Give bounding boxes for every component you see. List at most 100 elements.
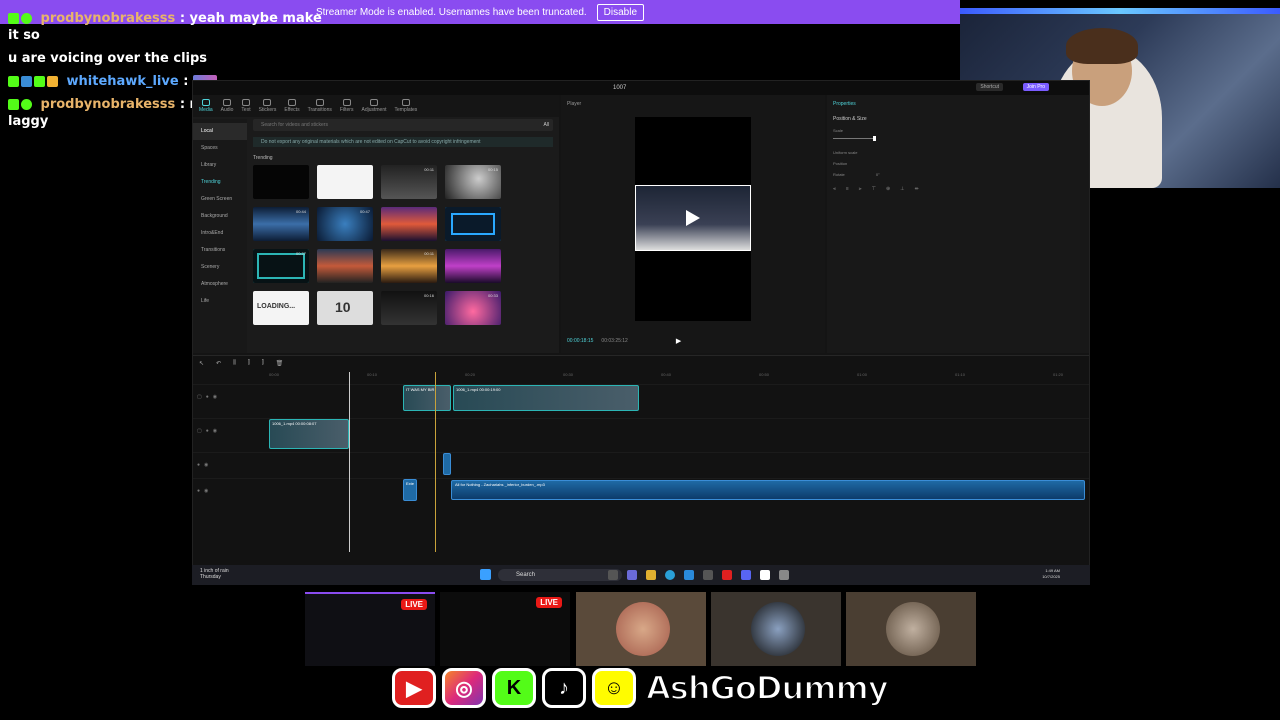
marker-line[interactable] [435, 372, 436, 552]
chat-username[interactable]: prodbynobrakesss [41, 11, 176, 26]
stream-overlay: Streamer Mode is enabled. Usernames have… [0, 0, 1280, 720]
media-thumb[interactable]: 00:37 [253, 249, 309, 283]
tab-text[interactable]: Text [241, 99, 251, 113]
preview-clip[interactable] [635, 185, 751, 251]
media-thumb[interactable]: 00:11 [381, 165, 437, 199]
app-icon[interactable] [779, 570, 789, 580]
task-view-icon[interactable] [608, 570, 618, 580]
position-size-title: Position & Size [833, 116, 867, 122]
file-explorer-icon[interactable] [646, 570, 656, 580]
audio-clip[interactable]: All for Nothing - Zachariahs _inferior_b… [451, 480, 1085, 500]
track-controls[interactable]: ●◉ [197, 462, 212, 468]
media-thumb[interactable]: 00:11 [381, 249, 437, 283]
clip-thumb[interactable] [846, 592, 976, 666]
media-thumb[interactable] [445, 207, 501, 241]
join-pro-button[interactable]: Join Pro [1022, 83, 1049, 91]
timeline-clip[interactable]: 1006_1.mp4 00:00:19:00 [453, 385, 639, 411]
select-tool-icon[interactable]: ↖ [199, 360, 204, 367]
sidebar-item-spaces[interactable]: Spaces [193, 140, 247, 157]
rotate-input[interactable]: 0° [876, 172, 880, 177]
chat-username[interactable]: whitehawk_live [67, 74, 179, 89]
tab-media[interactable]: Media [199, 99, 213, 113]
sidebar-item-local[interactable]: Local [193, 123, 247, 140]
undo-icon[interactable]: ↶ [216, 360, 221, 367]
playhead[interactable] [349, 372, 350, 552]
clip-thumb[interactable] [711, 592, 841, 666]
media-thumb[interactable]: 10 [317, 291, 373, 325]
play-button[interactable]: ▶ [676, 337, 681, 345]
sidebar-item-library[interactable]: Library [193, 157, 247, 174]
scale-slider[interactable] [833, 136, 876, 141]
media-thumb[interactable]: 00:33 [445, 291, 501, 325]
timeline-clip[interactable]: 1006_1.mp4 00:00:08:07 [269, 419, 349, 449]
timeline-clip[interactable]: IT WAS MY BIR [403, 385, 451, 411]
chat-app-icon[interactable] [627, 570, 637, 580]
filter-dropdown[interactable]: All [543, 122, 549, 128]
sidebar-item-trending[interactable]: Trending [193, 174, 247, 191]
discord-icon[interactable] [741, 570, 751, 580]
sidebar-item-transitions[interactable]: Transitions [193, 242, 247, 259]
clip-thumb[interactable] [576, 592, 706, 666]
weather-widget[interactable]: 1 inch of rain Thursday [200, 568, 229, 580]
chat-username[interactable]: prodbynobrakesss [41, 97, 176, 112]
media-thumb[interactable] [253, 165, 309, 199]
timeline-clip[interactable]: Exte [403, 479, 417, 501]
youtube-icon: ▶ [392, 668, 436, 708]
media-thumb[interactable] [445, 249, 501, 283]
media-thumb[interactable]: 00:16 [381, 291, 437, 325]
edge-icon[interactable] [665, 570, 675, 580]
distribute-icon[interactable]: ⇹ [915, 186, 919, 192]
tab-audio[interactable]: Audio [221, 99, 233, 113]
position-label: Position [833, 161, 848, 166]
tab-adjustment[interactable]: Adjustment [361, 99, 387, 113]
media-thumb[interactable]: LOADING... [253, 291, 309, 325]
media-thumb[interactable]: 00:44 [253, 207, 309, 241]
shortcut-button[interactable]: Shortcut [976, 83, 1003, 91]
media-search-input[interactable]: Search for videos and stickers All [253, 119, 553, 131]
taskbar-clock[interactable]: 1:49 AM 10/7/2025 [1042, 568, 1060, 580]
align-bottom-icon[interactable]: ⊥ [900, 186, 904, 192]
media-thumb[interactable]: 00:15 [445, 165, 501, 199]
track-controls[interactable]: ▢●◉ [197, 394, 221, 400]
align-top-icon[interactable]: ⊤ [872, 186, 876, 192]
app-icon[interactable] [703, 570, 713, 580]
split-right-icon[interactable]: ⫿ [262, 360, 264, 367]
stream-thumb[interactable]: LIVE [440, 592, 570, 666]
slider-knob[interactable] [873, 136, 876, 141]
start-button-icon[interactable] [480, 569, 491, 580]
align-center-icon[interactable]: ≡ [846, 186, 849, 192]
media-thumb[interactable] [317, 165, 373, 199]
stream-thumb[interactable]: LIVE [305, 592, 435, 666]
sidebar-item-atmosphere[interactable]: Atmosphere [193, 276, 247, 293]
align-left-icon[interactable]: ⫷ [833, 186, 836, 192]
sidebar-item-green-screen[interactable]: Green Screen [193, 191, 247, 208]
tab-filters[interactable]: Filters [340, 99, 353, 113]
sidebar-item-life[interactable]: Life [193, 293, 247, 310]
sidebar-item-scenery[interactable]: Scenery [193, 259, 247, 276]
taskbar-search[interactable]: Search [498, 569, 622, 581]
tab-templates[interactable]: Templates [395, 99, 417, 113]
media-thumb[interactable] [381, 207, 437, 241]
tab-stickers[interactable]: Stickers [259, 99, 276, 113]
properties-header[interactable]: Properties [827, 95, 1089, 113]
disable-button[interactable]: Disable [596, 3, 645, 21]
align-right-icon[interactable]: ⫸ [859, 186, 862, 192]
timeline-clip[interactable] [443, 453, 451, 475]
sidebar-item-background[interactable]: Background [193, 208, 247, 225]
tab-effects[interactable]: Effects [284, 99, 300, 113]
sidebar-item-intro-end[interactable]: Intro&End [193, 225, 247, 242]
split-icon[interactable]: ⫼ [233, 360, 236, 367]
split-left-icon[interactable]: ⫿ [248, 360, 250, 367]
align-middle-icon[interactable]: ⊕ [886, 186, 890, 192]
media-thumb[interactable]: 00:47 [317, 207, 373, 241]
tiktok-icon: ♪ [542, 668, 586, 708]
capcut-icon[interactable] [760, 570, 770, 580]
youtube-app-icon[interactable] [722, 570, 732, 580]
media-thumb[interactable] [317, 249, 373, 283]
store-icon[interactable] [684, 570, 694, 580]
track-controls[interactable]: ●◉ [197, 488, 212, 494]
tab-transitions[interactable]: Transitions [308, 99, 332, 113]
delete-icon[interactable]: 🗑 [276, 360, 284, 367]
track-controls[interactable]: ▢●◉ [197, 428, 221, 434]
track-text: ●◉ [193, 452, 1089, 478]
